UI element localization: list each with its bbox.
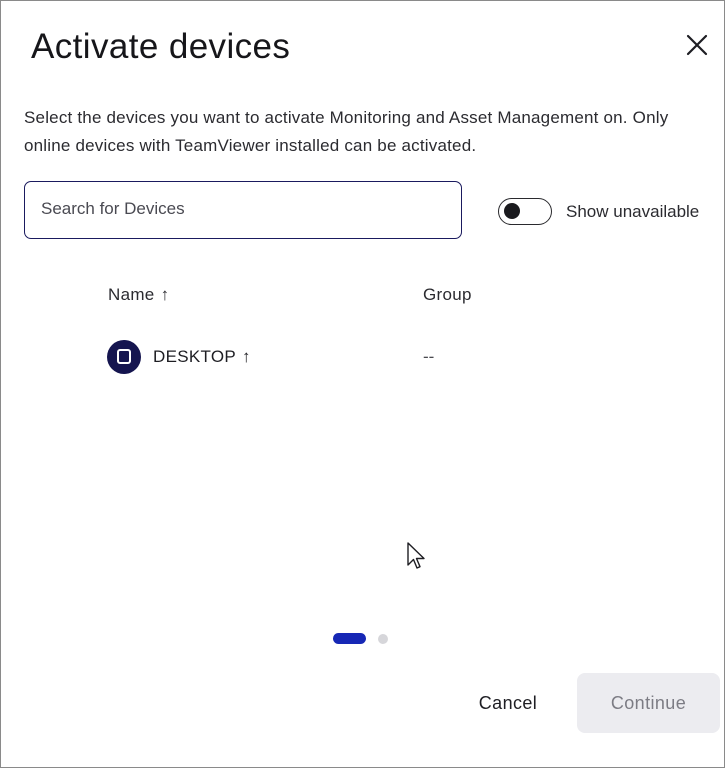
- show-unavailable-toggle[interactable]: [498, 198, 552, 225]
- desktop-icon: [107, 340, 141, 374]
- arrow-up-icon: ↑: [160, 285, 170, 304]
- search-input[interactable]: [25, 182, 441, 236]
- close-icon: [683, 31, 711, 59]
- search-field[interactable]: [24, 181, 462, 239]
- dialog-title: Activate devices: [31, 27, 291, 66]
- device-name: DESKTOP ↑: [153, 347, 251, 366]
- activate-devices-dialog: Activate devices Select the devices you …: [0, 0, 725, 768]
- page-indicator-active[interactable]: [333, 633, 366, 644]
- column-header-name[interactable]: Name ↑: [108, 285, 169, 305]
- cancel-button[interactable]: Cancel: [453, 674, 563, 732]
- device-group: --: [423, 347, 435, 366]
- table-row[interactable]: DESKTOP ↑ --: [96, 334, 696, 380]
- column-name-label: Name: [108, 285, 155, 304]
- mouse-pointer-icon: [406, 541, 426, 576]
- toggle-knob: [504, 203, 520, 219]
- continue-button[interactable]: Continue: [577, 673, 720, 733]
- page-indicator[interactable]: [378, 634, 388, 644]
- column-header-group[interactable]: Group: [423, 285, 472, 305]
- arrow-up-icon: ↑: [242, 347, 251, 366]
- close-button[interactable]: [683, 31, 711, 59]
- show-unavailable-label: Show unavailable: [566, 202, 700, 221]
- dialog-description: Select the devices you want to activate …: [24, 108, 669, 155]
